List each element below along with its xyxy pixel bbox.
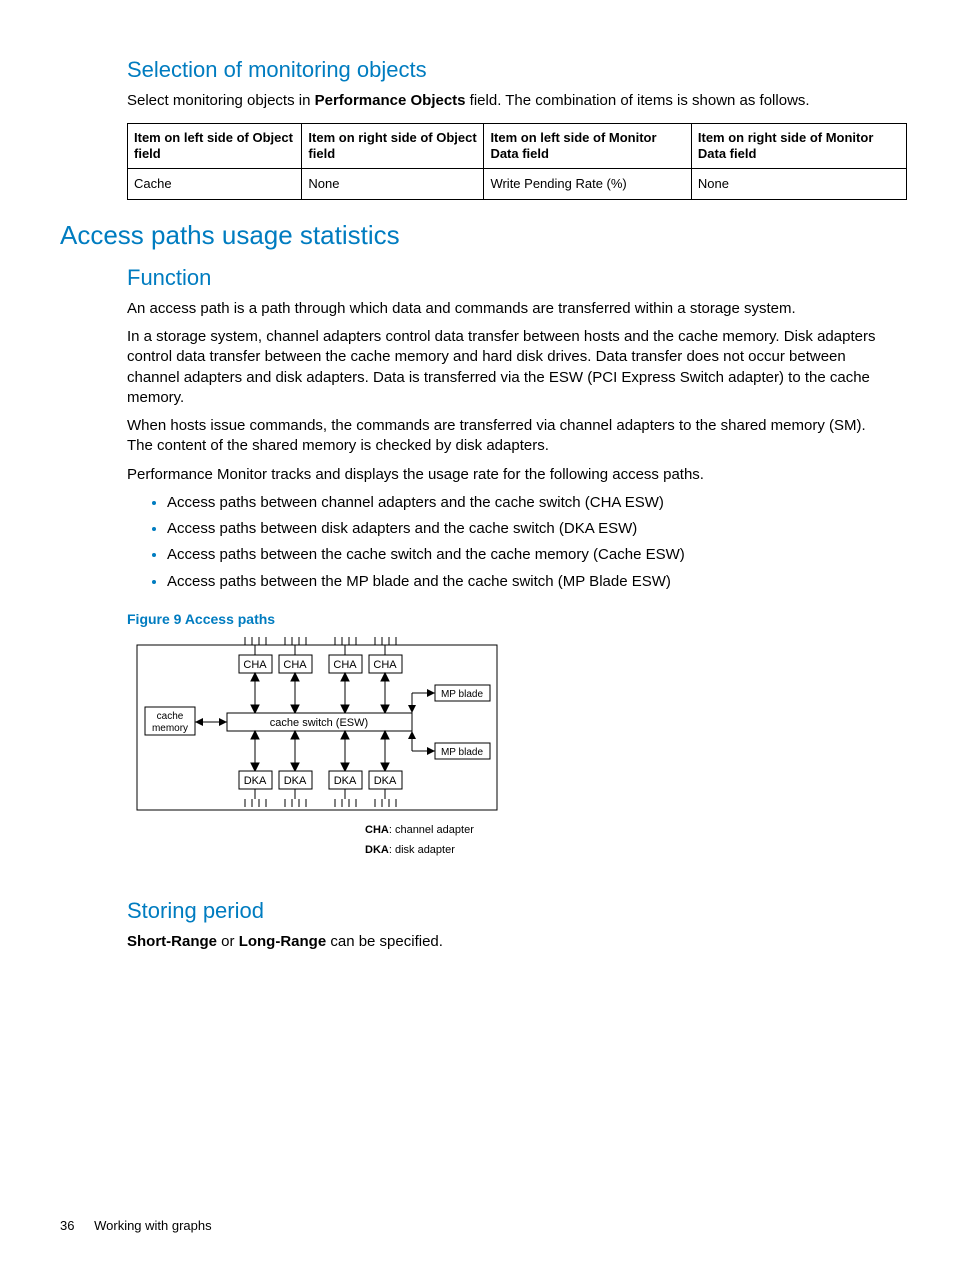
diagram-dka-label: DKA [244, 775, 267, 787]
svg-text:DKA: disk adapter: DKA: disk adapter [365, 844, 455, 856]
legend-cha-text: : channel adapter [389, 824, 474, 836]
diagram-cache-memory-label: cache [157, 711, 184, 722]
chapter-title: Working with graphs [94, 1218, 212, 1233]
th: Item on left side of Object field [128, 123, 302, 169]
page-number: 36 [60, 1217, 74, 1235]
td: Write Pending Rate (%) [484, 169, 691, 200]
page: Selection of monitoring objects Select m… [0, 0, 954, 1271]
list-item: Access paths between disk adapters and t… [167, 519, 889, 539]
diagram-cha-label: CHA [283, 659, 307, 671]
td: Cache [128, 169, 302, 200]
storing-paragraph: Short-Range or Long-Range can be specifi… [127, 932, 889, 952]
svg-text:CHA: channel adapter: CHA: channel adapter [365, 824, 474, 836]
th: Item on right side of Monitor Data field [691, 123, 906, 169]
paragraph: When hosts issue commands, the commands … [127, 416, 889, 457]
diagram-cha-label: CHA [333, 659, 357, 671]
bold-text: Performance Objects [315, 92, 466, 109]
paragraph: Performance Monitor tracks and displays … [127, 465, 889, 485]
table-header-row: Item on left side of Object field Item o… [128, 123, 907, 169]
heading-access-paths: Access paths usage statistics [60, 218, 889, 253]
bullet-list: Access paths between channel adapters an… [127, 493, 889, 592]
diagram-mp-blade-label: MP blade [441, 689, 484, 700]
table-row: Cache None Write Pending Rate (%) None [128, 169, 907, 200]
text: or [217, 933, 239, 950]
heading-function: Function [127, 263, 889, 293]
selection-paragraph: Select monitoring objects in Performance… [127, 91, 889, 111]
td: None [302, 169, 484, 200]
th: Item on left side of Monitor Data field [484, 123, 691, 169]
diagram-dka-label: DKA [334, 775, 357, 787]
td: None [691, 169, 906, 200]
diagram-dka-label: DKA [374, 775, 397, 787]
diagram-cache-memory-label: memory [152, 723, 188, 734]
heading-storing-period: Storing period [127, 896, 889, 926]
text: field. The combination of items is shown… [466, 92, 810, 109]
diagram-esw-label: cache switch (ESW) [270, 717, 368, 729]
text: can be specified. [326, 933, 443, 950]
figure-caption: Figure 9 Access paths [127, 610, 889, 629]
diagram-cha-label: CHA [373, 659, 397, 671]
diagram-cha-label: CHA [243, 659, 267, 671]
list-item: Access paths between the MP blade and th… [167, 572, 889, 592]
page-footer: 36 Working with graphs [60, 1217, 212, 1235]
list-item: Access paths between channel adapters an… [167, 493, 889, 513]
bold-text: Short-Range [127, 933, 217, 950]
diagram-mp-blade-label: MP blade [441, 747, 484, 758]
diagram-dka-label: DKA [284, 775, 307, 787]
th: Item on right side of Object field [302, 123, 484, 169]
list-item: Access paths between the cache switch an… [167, 545, 889, 565]
legend-cha-bold: CHA [365, 824, 389, 836]
paragraph: In a storage system, channel adapters co… [127, 327, 889, 408]
legend-dka-bold: DKA [365, 844, 389, 856]
legend-dka-text: : disk adapter [389, 844, 455, 856]
paragraph: An access path is a path through which d… [127, 299, 889, 319]
access-paths-diagram: CHA CHA CHA CHA cache memory [127, 635, 507, 870]
text: Select monitoring objects in [127, 92, 315, 109]
bold-text: Long-Range [239, 933, 327, 950]
heading-selection: Selection of monitoring objects [127, 55, 889, 85]
objects-table: Item on left side of Object field Item o… [127, 123, 907, 200]
